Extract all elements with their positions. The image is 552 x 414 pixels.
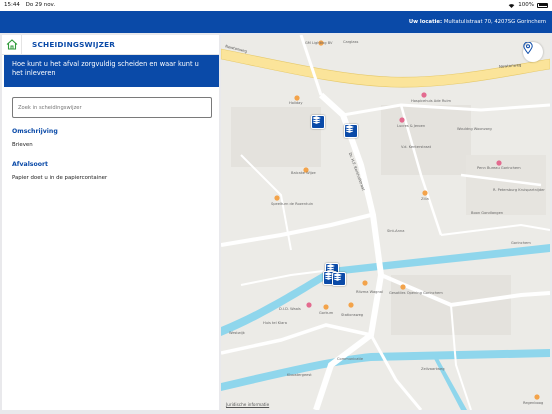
map-view[interactable]: Newtonweg Newtonweg GM Lighting BV Cargl… <box>221 35 550 410</box>
user-location-value: Multatulistraat 70, 4207SG Gorinchem <box>443 19 546 25</box>
description-value: Brieven <box>12 142 33 148</box>
status-date: Do 29 nov. <box>25 2 56 8</box>
map-label-gorkum: Gorkum <box>319 311 334 315</box>
home-button[interactable] <box>2 34 22 55</box>
map-label-zilla: Zilla <box>421 197 429 201</box>
map-label-holiday: Holiday <box>289 101 303 105</box>
map-label-communicatie: Communicatie <box>337 357 364 361</box>
app-header: Uw locatie: Multatulistraat 70, 4207SG G… <box>0 11 552 33</box>
status-bar: 15:44 Do 29 nov. 100% <box>0 0 552 11</box>
battery-percentage: 100% <box>518 2 534 8</box>
wifi-icon <box>508 3 515 8</box>
battery-icon <box>537 2 548 8</box>
map-label-jeroen: Lucres & Jeroen <box>397 124 426 128</box>
map-label-penn: Penn Bureau Gorinchem <box>477 166 521 170</box>
map-label-sintanna: Sint-Anna <box>387 229 405 233</box>
intro-banner: Hoe kunt u het afval zorgvuldig scheiden… <box>4 55 219 87</box>
waste-type-value: Papier doet u in de papiercontainer <box>12 175 108 181</box>
map-label-vdk: V.d. Kenterstraat <box>401 145 432 149</box>
legal-link[interactable]: Juridische informatie <box>226 402 269 407</box>
search-input[interactable] <box>12 97 212 118</box>
map-label-huis: Huis tel Klara <box>263 321 287 325</box>
container-marker[interactable] <box>344 124 358 138</box>
info-panel: SCHEIDINGSWIJZER Hoe kunt u het afval zo… <box>2 34 219 410</box>
map-label-wouldng: Wouldng Woonzorg <box>457 127 492 131</box>
map-label-ritzma: Ritzma Wagnal <box>356 290 383 294</box>
map-label-speelturn: Speelturn de Rozentuin <box>271 202 314 206</box>
map-canvas <box>221 35 550 410</box>
map-label-kraai: Stationsweg <box>341 313 364 317</box>
container-marker-icon <box>312 116 321 124</box>
map-label-petersburg: R. Petersburg Kruispartnijder <box>493 188 545 192</box>
map-label-carglass: Carglass <box>343 40 359 44</box>
map-label-regenboog: Regenboog <box>523 401 544 405</box>
status-time: 15:44 <box>4 2 20 8</box>
map-label-waals: D.I.D. Waals <box>279 307 301 311</box>
map-label-zeilvaart: Zeilvaartweg <box>421 367 445 371</box>
map-label-gesatiles: Gesatiles Opening Gorinchem <box>389 291 443 295</box>
map-label-klos: Kloostergeest <box>287 373 312 377</box>
map-label-boon: Boon Gondlangen <box>471 211 504 215</box>
home-icon <box>6 39 17 50</box>
user-location: Uw locatie: Multatulistraat 70, 4207SG G… <box>409 19 546 25</box>
description-label: Omschrijving <box>12 128 58 135</box>
user-location-label: Uw locatie: <box>408 19 443 25</box>
locate-me-button[interactable] <box>523 42 543 62</box>
container-marker[interactable] <box>311 115 325 129</box>
map-label-balcake: Balcake Wijze <box>291 171 316 175</box>
location-pin-icon <box>523 42 533 54</box>
container-marker[interactable] <box>332 272 346 286</box>
panel-title: SCHEIDINGSWIJZER <box>32 40 116 49</box>
map-label-hospital: Hospicehuis Ade Ruim <box>411 99 451 103</box>
container-marker-icon <box>333 273 342 281</box>
map-label-westwijk: Westwijk <box>229 331 245 335</box>
container-marker-icon <box>345 125 354 133</box>
waste-type-label: Afvalsoort <box>12 161 49 168</box>
panel-header: SCHEIDINGSWIJZER <box>2 34 219 55</box>
map-label-lighting: GM Lighting BV <box>305 41 333 45</box>
map-label-gorinchem: Gorinchem <box>511 241 531 245</box>
